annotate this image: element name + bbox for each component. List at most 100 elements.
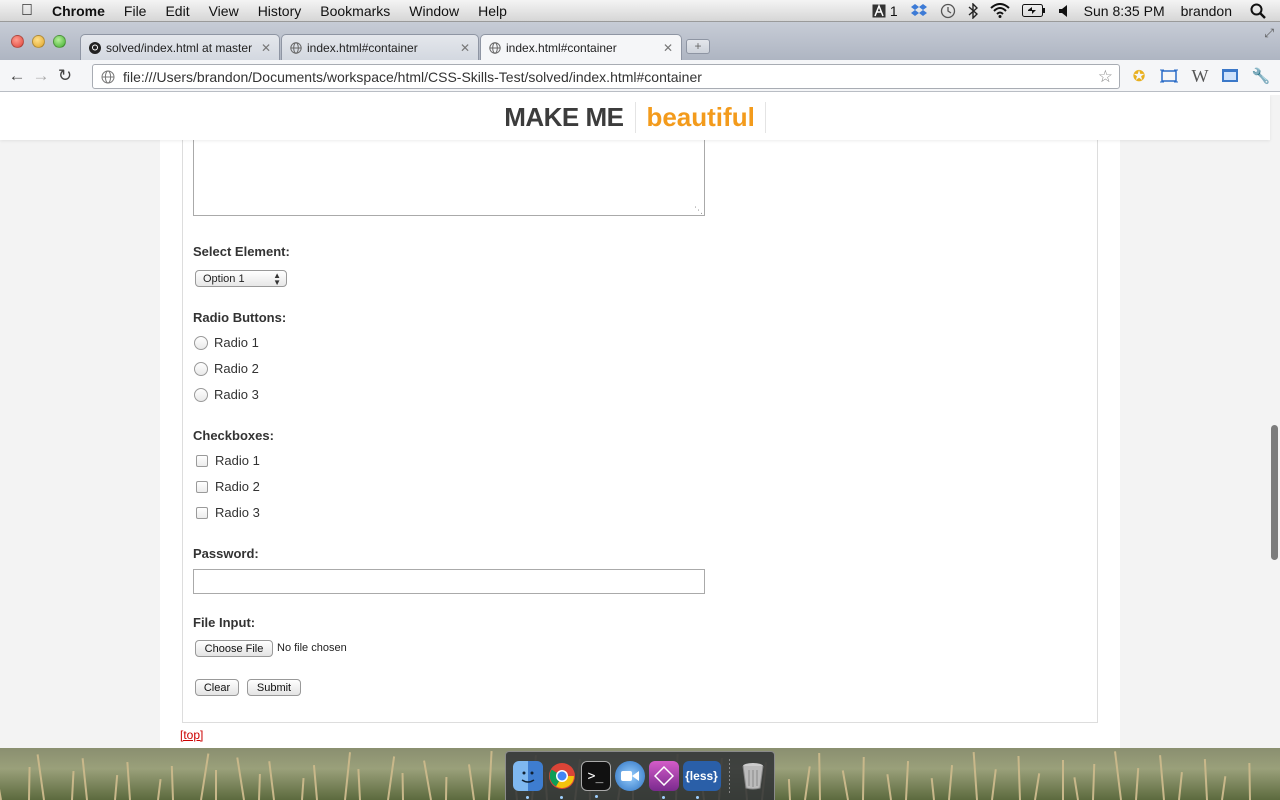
- clear-button[interactable]: Clear: [195, 679, 239, 696]
- checkbox-option[interactable]: Radio 3: [194, 505, 260, 520]
- grass-stalk: [157, 779, 162, 800]
- close-tab-icon[interactable]: ✕: [460, 41, 470, 55]
- menu-bookmarks[interactable]: Bookmarks: [320, 3, 390, 19]
- zoom-window-button[interactable]: [53, 35, 66, 48]
- dropbox-icon[interactable]: [910, 3, 928, 19]
- form-panel: ⋱ Select Element: Option 1 ▲ ▼ Radio Butt…: [182, 95, 1098, 723]
- page-scrollbar[interactable]: [1270, 140, 1280, 748]
- radio-button[interactable]: [194, 361, 208, 376]
- minimize-window-button[interactable]: [32, 35, 45, 48]
- battery-icon[interactable]: [1021, 4, 1046, 17]
- grass-stalk: [787, 778, 791, 800]
- spotlight-icon[interactable]: [1250, 3, 1266, 19]
- grass-stalk: [215, 770, 217, 800]
- trash-icon[interactable]: [738, 761, 768, 791]
- facetime-icon[interactable]: [614, 761, 645, 791]
- back-arrow-icon[interactable]: ←: [5, 64, 29, 88]
- grass-stalk: [268, 761, 275, 800]
- apple-icon[interactable]: : [18, 2, 36, 20]
- radio-option[interactable]: Radio 3: [194, 387, 259, 402]
- wrench-icon[interactable]: 🔧: [1250, 66, 1272, 86]
- radio-label: Radio 2: [214, 361, 259, 376]
- grass-stalk: [1073, 777, 1079, 800]
- menu-help[interactable]: Help: [478, 3, 507, 19]
- checkbox-group-label: Checkboxes:: [193, 428, 274, 443]
- window-controls: [11, 35, 66, 48]
- reload-icon[interactable]: ↻: [53, 64, 77, 88]
- menu-history[interactable]: History: [258, 3, 302, 19]
- screen-capture-icon[interactable]: [1158, 66, 1180, 86]
- checkbox[interactable]: [196, 506, 208, 519]
- tab-1[interactable]: solved/index.html at master ✕: [80, 34, 280, 60]
- menu-bar:  Chrome File Edit View History Bookmark…: [0, 0, 1280, 22]
- fullscreen-icon[interactable]: ⤢: [1264, 26, 1274, 41]
- grass-stalk: [1034, 773, 1041, 800]
- extension-icon-1[interactable]: ✪: [1128, 66, 1150, 86]
- wikipedia-icon[interactable]: W: [1189, 66, 1211, 86]
- forward-arrow-icon[interactable]: →: [29, 64, 53, 88]
- radio-label: Radio 1: [214, 335, 259, 350]
- resize-grip-icon[interactable]: ⋱: [694, 206, 703, 215]
- radio-option[interactable]: Radio 2: [194, 361, 259, 376]
- time-machine-icon[interactable]: [940, 3, 956, 19]
- choose-file-button[interactable]: Choose File: [195, 640, 273, 657]
- password-input[interactable]: [193, 569, 705, 594]
- less-app-icon[interactable]: {less}: [682, 761, 721, 799]
- adobe-icon[interactable]: 1: [872, 3, 898, 19]
- finder-icon[interactable]: [512, 761, 543, 799]
- page-container: ⋱ Select Element: Option 1 ▲ ▼ Radio Butt…: [160, 95, 1120, 748]
- radio-button[interactable]: [194, 335, 208, 350]
- select-dropdown[interactable]: Option 1 ▲ ▼: [195, 270, 287, 287]
- menu-file[interactable]: File: [124, 3, 147, 19]
- bookmark-star-icon[interactable]: ☆: [1098, 67, 1113, 87]
- checkbox[interactable]: [196, 454, 208, 467]
- menu-clock[interactable]: Sun 8:35 PM: [1084, 3, 1165, 19]
- grass-stalk: [445, 776, 448, 800]
- grass-stalk: [1248, 762, 1251, 800]
- checkbox-option[interactable]: Radio 2: [194, 479, 260, 494]
- new-tab-button[interactable]: +: [686, 39, 710, 54]
- menu-edit[interactable]: Edit: [165, 3, 189, 19]
- checkbox-option[interactable]: Radio 1: [194, 453, 260, 468]
- radio-button[interactable]: [194, 387, 208, 402]
- grass-stalk: [1017, 755, 1021, 800]
- menu-window[interactable]: Window: [409, 3, 459, 19]
- tab-3-active[interactable]: index.html#container ✕: [480, 34, 682, 61]
- textmate-icon[interactable]: [648, 761, 679, 799]
- address-bar[interactable]: file:///Users/brandon/Documents/workspac…: [92, 64, 1120, 89]
- terminal-icon[interactable]: >_: [580, 761, 611, 798]
- grass-stalk: [1114, 751, 1122, 800]
- logo-make-me: MAKE ME: [504, 102, 637, 133]
- scrollbar-thumb[interactable]: [1271, 425, 1278, 560]
- close-window-button[interactable]: [11, 35, 24, 48]
- grass-stalk: [200, 753, 210, 800]
- devtools-window-icon[interactable]: [1219, 66, 1241, 86]
- menu-user[interactable]: brandon: [1181, 3, 1232, 19]
- radio-option[interactable]: Radio 1: [194, 335, 259, 350]
- tab-2[interactable]: index.html#container ✕: [281, 34, 479, 60]
- menu-app-name[interactable]: Chrome: [52, 3, 105, 19]
- checkbox[interactable]: [196, 480, 208, 493]
- file-status-text: No file chosen: [277, 642, 347, 654]
- submit-button[interactable]: Submit: [247, 679, 301, 696]
- textarea-field[interactable]: ⋱: [193, 135, 705, 216]
- volume-icon[interactable]: [1058, 4, 1072, 18]
- browser-toolbar: ← → ↻ file:///Users/brandon/Documents/wo…: [0, 60, 1280, 92]
- top-link[interactable]: [top]: [180, 728, 203, 742]
- close-tab-icon[interactable]: ✕: [663, 41, 673, 55]
- checkbox-label: Radio 1: [215, 453, 260, 468]
- grass-stalk: [1135, 768, 1140, 800]
- password-label: Password:: [193, 546, 259, 561]
- bluetooth-icon[interactable]: [968, 2, 978, 19]
- grass-stalk: [1178, 772, 1183, 800]
- grass-stalk: [991, 769, 997, 800]
- grass-stalk: [1062, 760, 1064, 800]
- grass-stalk: [1203, 759, 1208, 800]
- grass-stalk: [467, 764, 475, 800]
- menu-view[interactable]: View: [209, 3, 239, 19]
- close-tab-icon[interactable]: ✕: [261, 41, 271, 55]
- less-app-label: {less}: [685, 769, 718, 783]
- wifi-icon[interactable]: [990, 3, 1010, 18]
- url-text[interactable]: file:///Users/brandon/Documents/workspac…: [123, 69, 1098, 85]
- chrome-icon[interactable]: [547, 761, 577, 799]
